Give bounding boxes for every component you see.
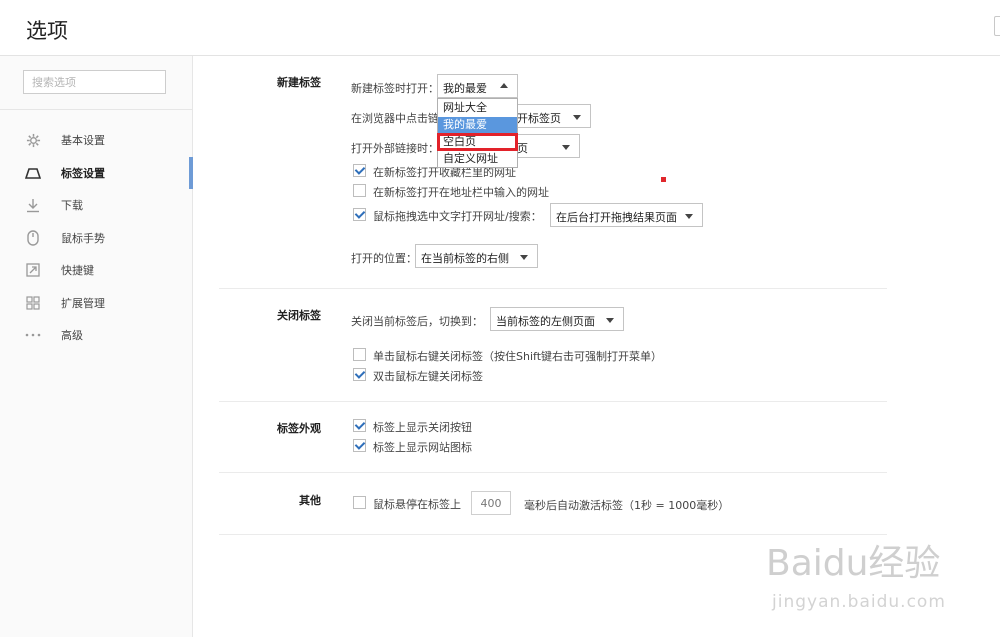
sidebar-nav: 基本设置 标签设置 下载 鼠标手势 快捷键 扩展管理 高级 xyxy=(0,124,193,352)
search-input[interactable] xyxy=(23,70,166,94)
watermark-url: jingyan.baidu.com xyxy=(772,592,946,612)
checkbox[interactable] xyxy=(353,164,366,177)
page-title: 选项 xyxy=(26,19,68,43)
dropdown-value: 当前标签的左侧页面 xyxy=(496,315,595,328)
annotation-dot xyxy=(661,177,666,182)
baidu-watermark: Baidu经验 jingyan.baidu.com xyxy=(760,530,990,630)
sidebar-item-label: 基本设置 xyxy=(61,134,105,147)
sidebar-item-mouse-gesture[interactable]: 鼠标手势 xyxy=(0,222,192,255)
open-position-label: 打开的位置： xyxy=(351,252,417,265)
sidebar-item-tabs[interactable]: 标签设置 xyxy=(0,156,193,190)
chevron-down-icon xyxy=(573,115,581,120)
sidebar-divider xyxy=(0,109,192,110)
dropdown-value: 在当前标签的右侧 xyxy=(421,252,509,265)
checkbox-label: 标签上显示网站图标 xyxy=(373,441,472,454)
sidebar-item-extensions[interactable]: 扩展管理 xyxy=(0,287,192,320)
sidebar-item-label: 扩展管理 xyxy=(61,296,105,310)
checkbox[interactable] xyxy=(353,419,366,432)
sidebar-item-download[interactable]: 下载 xyxy=(0,189,192,222)
option-url-directory[interactable]: 网址大全 xyxy=(438,100,517,116)
section-title-appearance: 标签外观 xyxy=(277,422,321,435)
dropdown-value: 在后台打开拖拽结果页面 xyxy=(556,211,677,224)
checkbox-label: 双击鼠标左键关闭标签 xyxy=(373,370,483,383)
watermark-text: Baidu经验 xyxy=(766,543,941,584)
shortcut-icon xyxy=(25,262,41,278)
download-icon xyxy=(25,197,41,213)
checkbox[interactable] xyxy=(353,368,366,381)
checkbox-label: 鼠标拖拽选中文字打开网址/搜索： xyxy=(373,210,542,223)
section-divider xyxy=(219,401,887,402)
checkbox[interactable] xyxy=(353,184,366,197)
dropdown-value: 我的最爱 xyxy=(443,82,487,95)
sidebar-item-label: 下载 xyxy=(61,199,83,212)
section-divider xyxy=(219,472,887,473)
dropdown-value: 页 xyxy=(517,142,528,155)
sidebar-item-advanced[interactable]: 高级 xyxy=(0,319,192,352)
caret-up-icon xyxy=(500,83,508,88)
option-custom-url[interactable]: 自定义网址 xyxy=(438,151,517,167)
checkbox[interactable] xyxy=(353,439,366,452)
extensions-icon xyxy=(25,295,41,311)
checkbox-label: 鼠标悬停在标签上 xyxy=(373,498,461,511)
section-title-other: 其他 xyxy=(299,494,321,507)
click-link-label: 在浏览器中点击链 xyxy=(351,112,439,125)
sidebar-item-label: 标签设置 xyxy=(61,166,105,180)
chevron-down-icon xyxy=(520,255,528,260)
checkbox-label: 标签上显示关闭按钮 xyxy=(373,421,472,434)
sidebar-item-shortcuts[interactable]: 快捷键 xyxy=(0,254,192,287)
tab-icon xyxy=(25,165,41,181)
open-position-dropdown[interactable]: 在当前标签的右侧 xyxy=(415,244,538,268)
window-edge-control[interactable] xyxy=(994,16,1000,36)
chevron-down-icon xyxy=(685,214,693,219)
checkbox[interactable] xyxy=(353,496,366,509)
dropdown-value: 开标签页 xyxy=(517,112,561,125)
close-switch-dropdown[interactable]: 当前标签的左侧页面 xyxy=(490,307,624,331)
section-title-new-tab: 新建标签 xyxy=(277,76,321,89)
sidebar-item-basic[interactable]: 基本设置 xyxy=(0,124,192,157)
checkbox[interactable] xyxy=(353,348,366,361)
hover-delay-input[interactable] xyxy=(471,491,511,515)
close-switch-label: 关闭当前标签后，切换到： xyxy=(351,315,483,328)
option-favorites[interactable]: 我的最爱 xyxy=(438,117,517,133)
chevron-down-icon xyxy=(562,145,570,150)
hover-delay-suffix: 毫秒后自动激活标签（1秒 = 1000毫秒） xyxy=(524,499,730,512)
new-tab-open-label: 新建标签时打开： xyxy=(351,82,439,95)
sidebar-item-label: 鼠标手势 xyxy=(61,231,105,245)
option-blank-page[interactable]: 空白页 xyxy=(437,133,518,151)
section-divider xyxy=(219,288,887,289)
new-tab-open-dropdown[interactable]: 我的最爱 xyxy=(437,74,518,98)
checkbox[interactable] xyxy=(353,208,366,221)
section-title-close-tab: 关闭标签 xyxy=(277,309,321,322)
new-tab-open-options: 网址大全 我的最爱 空白页 自定义网址 xyxy=(437,98,518,168)
checkbox-label: 在新标签打开在地址栏中输入的网址 xyxy=(373,186,549,199)
chevron-down-icon xyxy=(606,318,614,323)
external-link-label: 打开外部链接时： xyxy=(351,142,439,155)
drag-result-dropdown[interactable]: 在后台打开拖拽结果页面 xyxy=(550,203,703,227)
checkbox-label: 单击鼠标右键关闭标签（按住Shift键右击可强制打开菜单） xyxy=(373,350,663,363)
sidebar-item-label: 高级 xyxy=(61,329,83,342)
gear-icon xyxy=(25,132,41,148)
more-icon xyxy=(25,327,41,343)
mouse-icon xyxy=(25,229,41,246)
sidebar-item-label: 快捷键 xyxy=(61,264,94,277)
sidebar: 基本设置 标签设置 下载 鼠标手势 快捷键 xyxy=(0,56,193,637)
header: 选项 xyxy=(0,0,1000,56)
